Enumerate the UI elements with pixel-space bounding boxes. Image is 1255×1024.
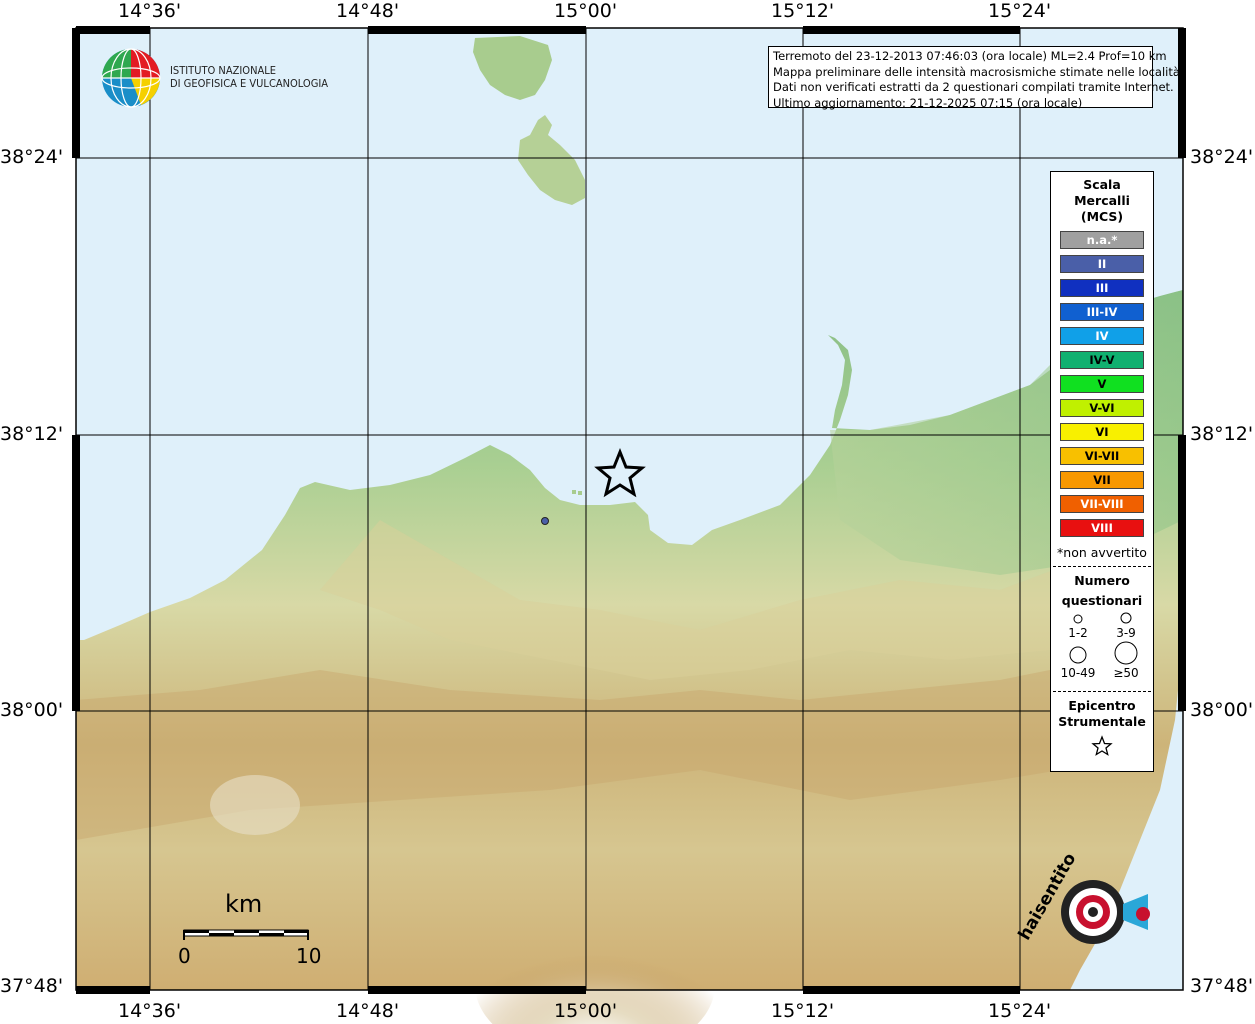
legend-swatch-4: IV bbox=[1060, 327, 1144, 345]
legend-swatch-3: III-IV bbox=[1060, 303, 1144, 321]
bottom-tick-1: 14°36' bbox=[118, 1000, 182, 1022]
count-label-4: ≥50 bbox=[1113, 666, 1139, 680]
bottom-tick-2: 14°48' bbox=[336, 1000, 400, 1022]
event-info-line3: Dati non verificati estratti da 2 questi… bbox=[773, 80, 1174, 94]
madonie-peak bbox=[210, 775, 300, 835]
top-tick-1: 14°36' bbox=[118, 0, 182, 22]
legend-swatch-6: V bbox=[1060, 375, 1144, 393]
legend-swatch-7: V-VI bbox=[1060, 399, 1144, 417]
top-tick-4: 15°12' bbox=[771, 0, 835, 22]
right-tick-1: 38°24' bbox=[1190, 146, 1254, 168]
legend-count-title-1: Numero bbox=[1074, 573, 1130, 588]
legend-swatch-12: VIII bbox=[1060, 519, 1144, 537]
observation-point bbox=[541, 517, 549, 525]
legend-swatch-8: VI bbox=[1060, 423, 1144, 441]
legend-panel: Scala Mercalli (MCS) n.a.* II III III-IV IV I… bbox=[1050, 171, 1154, 772]
count-label-1: 1-2 bbox=[1068, 626, 1088, 640]
legend-intensity-scale: n.a.* II III III-IV IV IV-V V V-VI VI VI-VII VII VI… bbox=[1051, 231, 1153, 537]
legend-epicenter-title-2: Strumentale bbox=[1058, 714, 1146, 729]
legend-title-2: Mercalli bbox=[1074, 193, 1130, 208]
event-info-line4: Ultimo aggiornamento: 21-12-2025 07:15 (… bbox=[773, 95, 1083, 110]
scale-bar-min: 0 bbox=[178, 944, 191, 968]
right-tick-3: 38°00' bbox=[1190, 699, 1254, 721]
institute-name-line2: DI GEOFISICA E VULCANOLOGIA bbox=[170, 77, 329, 90]
bottom-tick-3: 15°00' bbox=[554, 1000, 618, 1022]
legend-note: *non avvertito bbox=[1057, 545, 1147, 560]
legend-swatch-1: II bbox=[1060, 255, 1144, 273]
legend-swatch-10: VII bbox=[1060, 471, 1144, 489]
left-tick-3: 38°00' bbox=[0, 699, 64, 721]
left-tick-4: 37°48' bbox=[0, 975, 64, 997]
legend-title-3: (MCS) bbox=[1080, 209, 1124, 224]
bottom-tick-5: 15°24' bbox=[988, 1000, 1052, 1022]
legend-swatch-5: IV-V bbox=[1060, 351, 1144, 369]
bottom-tick-4: 15°12' bbox=[771, 1000, 835, 1022]
legend-count-symbols: 1-2 3-9 10-49 ≥50 bbox=[1051, 609, 1153, 687]
islet bbox=[572, 490, 576, 494]
scale-bar-unit: km bbox=[225, 890, 263, 918]
count-label-2: 3-9 bbox=[1116, 626, 1136, 640]
top-tick-3: 15°00' bbox=[554, 0, 618, 22]
top-tick-2: 14°48' bbox=[336, 0, 400, 22]
scale-bar-max: 10 bbox=[296, 944, 322, 968]
event-info-line2: Mappa preliminare delle intensità macros… bbox=[773, 64, 1180, 79]
left-tick-1: 38°24' bbox=[0, 146, 64, 168]
count-label-3: 10-49 bbox=[1060, 666, 1096, 680]
legend-swatch-11: VII-VIII bbox=[1060, 495, 1144, 513]
right-tick-2: 38°12' bbox=[1190, 423, 1254, 445]
legend-title-1: Scala bbox=[1083, 177, 1121, 192]
legend-swatch-9: VI-VII bbox=[1060, 447, 1144, 465]
event-info-line1: Terremoto del 23-12-2013 07:46:03 (ora l… bbox=[773, 49, 1167, 63]
ingv-globe-icon bbox=[101, 48, 161, 108]
institute-name: ISTITUTO NAZIONALE DI GEOFISICA E VULCAN… bbox=[170, 64, 328, 90]
top-tick-5: 15°24' bbox=[988, 0, 1052, 22]
legend-count-title-2: questionari bbox=[1061, 593, 1143, 608]
legend-epicenter-star-icon bbox=[1091, 735, 1113, 756]
left-tick-2: 38°12' bbox=[0, 423, 64, 445]
event-info-box: Terremoto del 23-12-2013 07:46:03 (ora l… bbox=[768, 46, 1180, 110]
right-tick-4: 37°48' bbox=[1190, 975, 1254, 997]
legend-epicenter-title-1: Epicentro bbox=[1068, 698, 1136, 713]
institute-name-line1: ISTITUTO NAZIONALE bbox=[170, 64, 277, 77]
islet bbox=[578, 491, 582, 495]
legend-swatch-2: III bbox=[1060, 279, 1144, 297]
legend-swatch-0: n.a.* bbox=[1060, 231, 1144, 249]
